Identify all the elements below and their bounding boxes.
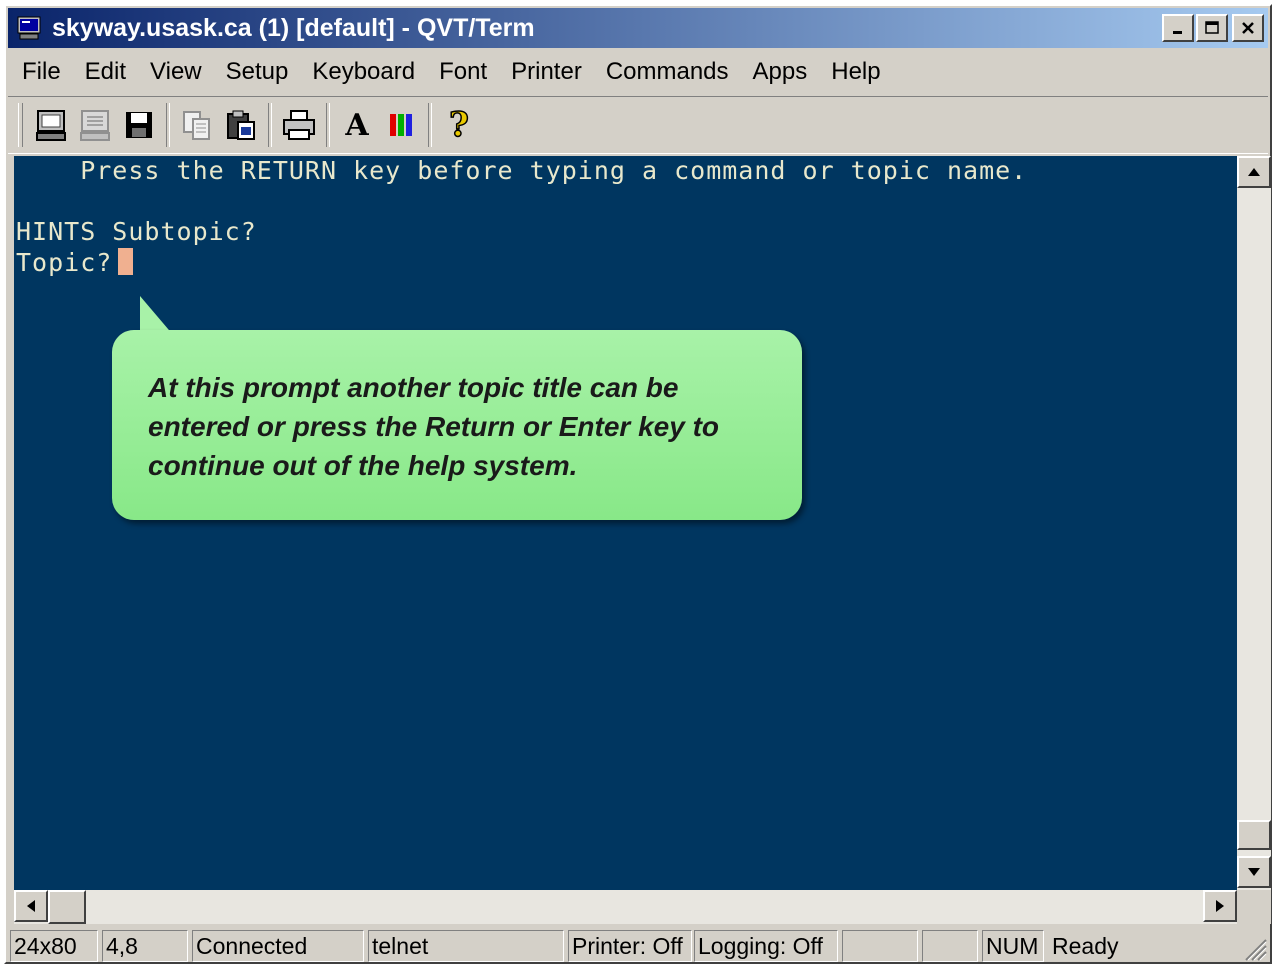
arrow-right-icon bbox=[1216, 900, 1224, 912]
status-cursor-position: 4,8 bbox=[102, 930, 188, 962]
terminal-line-1: Press the RETURN key before typing a com… bbox=[16, 156, 1028, 185]
scroll-down-button[interactable] bbox=[1237, 856, 1271, 888]
menu-edit[interactable]: Edit bbox=[73, 58, 138, 86]
toolbar: A ? bbox=[8, 96, 1268, 154]
menu-help[interactable]: Help bbox=[819, 58, 892, 86]
close-icon bbox=[1242, 22, 1254, 34]
horizontal-scroll-thumb[interactable] bbox=[48, 890, 86, 924]
menu-commands[interactable]: Commands bbox=[594, 58, 741, 86]
minimize-button[interactable] bbox=[1162, 14, 1194, 42]
resize-grip-icon[interactable] bbox=[1240, 934, 1268, 962]
maximize-icon bbox=[1205, 21, 1219, 34]
help-button[interactable]: ? bbox=[437, 103, 481, 147]
app-window: skyway.usask.ca (1) [default] - QVT/Term… bbox=[4, 4, 1272, 964]
arrow-left-icon bbox=[27, 900, 35, 912]
horizontal-scrollbar[interactable] bbox=[14, 890, 1237, 924]
disconnect-button[interactable] bbox=[73, 103, 117, 147]
save-button[interactable] bbox=[117, 103, 161, 147]
menu-keyboard[interactable]: Keyboard bbox=[300, 58, 427, 86]
terminal-app-icon bbox=[17, 16, 41, 40]
menu-view[interactable]: View bbox=[138, 58, 214, 86]
scroll-up-button[interactable] bbox=[1237, 156, 1271, 188]
terminal-line-3: HINTS Subtopic? bbox=[16, 217, 257, 246]
menu-apps[interactable]: Apps bbox=[741, 58, 820, 86]
status-connection: Connected bbox=[192, 930, 364, 962]
maximize-button[interactable] bbox=[1196, 14, 1228, 42]
toolbar-separator bbox=[166, 103, 170, 147]
window-title: skyway.usask.ca (1) [default] - QVT/Term bbox=[52, 13, 535, 42]
vertical-scroll-thumb[interactable] bbox=[1237, 820, 1271, 850]
colors-button[interactable] bbox=[379, 103, 423, 147]
status-logging: Logging: Off bbox=[694, 930, 838, 962]
status-bar: 24x80 4,8 Connected telnet Printer: Off … bbox=[8, 928, 1268, 962]
paste-icon bbox=[227, 110, 255, 140]
arrow-down-icon bbox=[1248, 868, 1260, 876]
status-printer: Printer: Off bbox=[568, 930, 692, 962]
copy-icon bbox=[183, 111, 210, 140]
callout-text: At this prompt another topic title can b… bbox=[148, 372, 720, 481]
menu-file[interactable]: File bbox=[8, 58, 73, 86]
text-cursor bbox=[118, 248, 134, 275]
connect-icon bbox=[36, 110, 66, 141]
terminal-screen[interactable]: Press the RETURN key before typing a com… bbox=[14, 156, 1237, 890]
menu-printer[interactable]: Printer bbox=[499, 58, 594, 86]
terminal-prompt: Topic? bbox=[16, 248, 113, 277]
toolbar-separator bbox=[326, 103, 330, 147]
scroll-right-button[interactable] bbox=[1203, 890, 1237, 922]
scroll-left-button[interactable] bbox=[14, 890, 48, 922]
scrollbar-corner bbox=[1237, 890, 1271, 924]
menu-font[interactable]: Font bbox=[427, 58, 499, 86]
toolbar-separator bbox=[268, 103, 272, 147]
minimize-icon bbox=[1173, 31, 1182, 34]
print-icon bbox=[283, 110, 315, 140]
title-bar[interactable]: skyway.usask.ca (1) [default] - QVT/Term bbox=[8, 8, 1268, 48]
paste-button[interactable] bbox=[219, 103, 263, 147]
font-icon: A bbox=[345, 107, 369, 143]
status-screen-size: 24x80 bbox=[10, 930, 98, 962]
colors-icon bbox=[390, 114, 412, 136]
disconnect-icon bbox=[80, 110, 110, 141]
copy-button[interactable] bbox=[175, 103, 219, 147]
close-button[interactable] bbox=[1232, 14, 1264, 42]
terminal-line-4: Topic? bbox=[16, 248, 134, 277]
font-button[interactable]: A bbox=[335, 103, 379, 147]
print-button[interactable] bbox=[277, 103, 321, 147]
save-icon bbox=[126, 112, 152, 138]
status-ready: Ready bbox=[1052, 933, 1119, 959]
connect-button[interactable] bbox=[29, 103, 73, 147]
toolbar-separator bbox=[428, 103, 432, 147]
status-protocol: telnet bbox=[368, 930, 564, 962]
toolbar-grip[interactable] bbox=[18, 103, 23, 147]
status-empty-1 bbox=[842, 930, 918, 962]
help-callout: At this prompt another topic title can b… bbox=[112, 330, 802, 520]
vertical-scrollbar[interactable] bbox=[1237, 156, 1271, 890]
status-empty-2 bbox=[922, 930, 978, 962]
arrow-up-icon bbox=[1248, 168, 1260, 176]
status-num-lock: NUM bbox=[982, 930, 1044, 962]
help-icon: ? bbox=[448, 104, 469, 146]
menu-bar: File Edit View Setup Keyboard Font Print… bbox=[8, 52, 1268, 92]
menu-setup[interactable]: Setup bbox=[214, 58, 301, 86]
